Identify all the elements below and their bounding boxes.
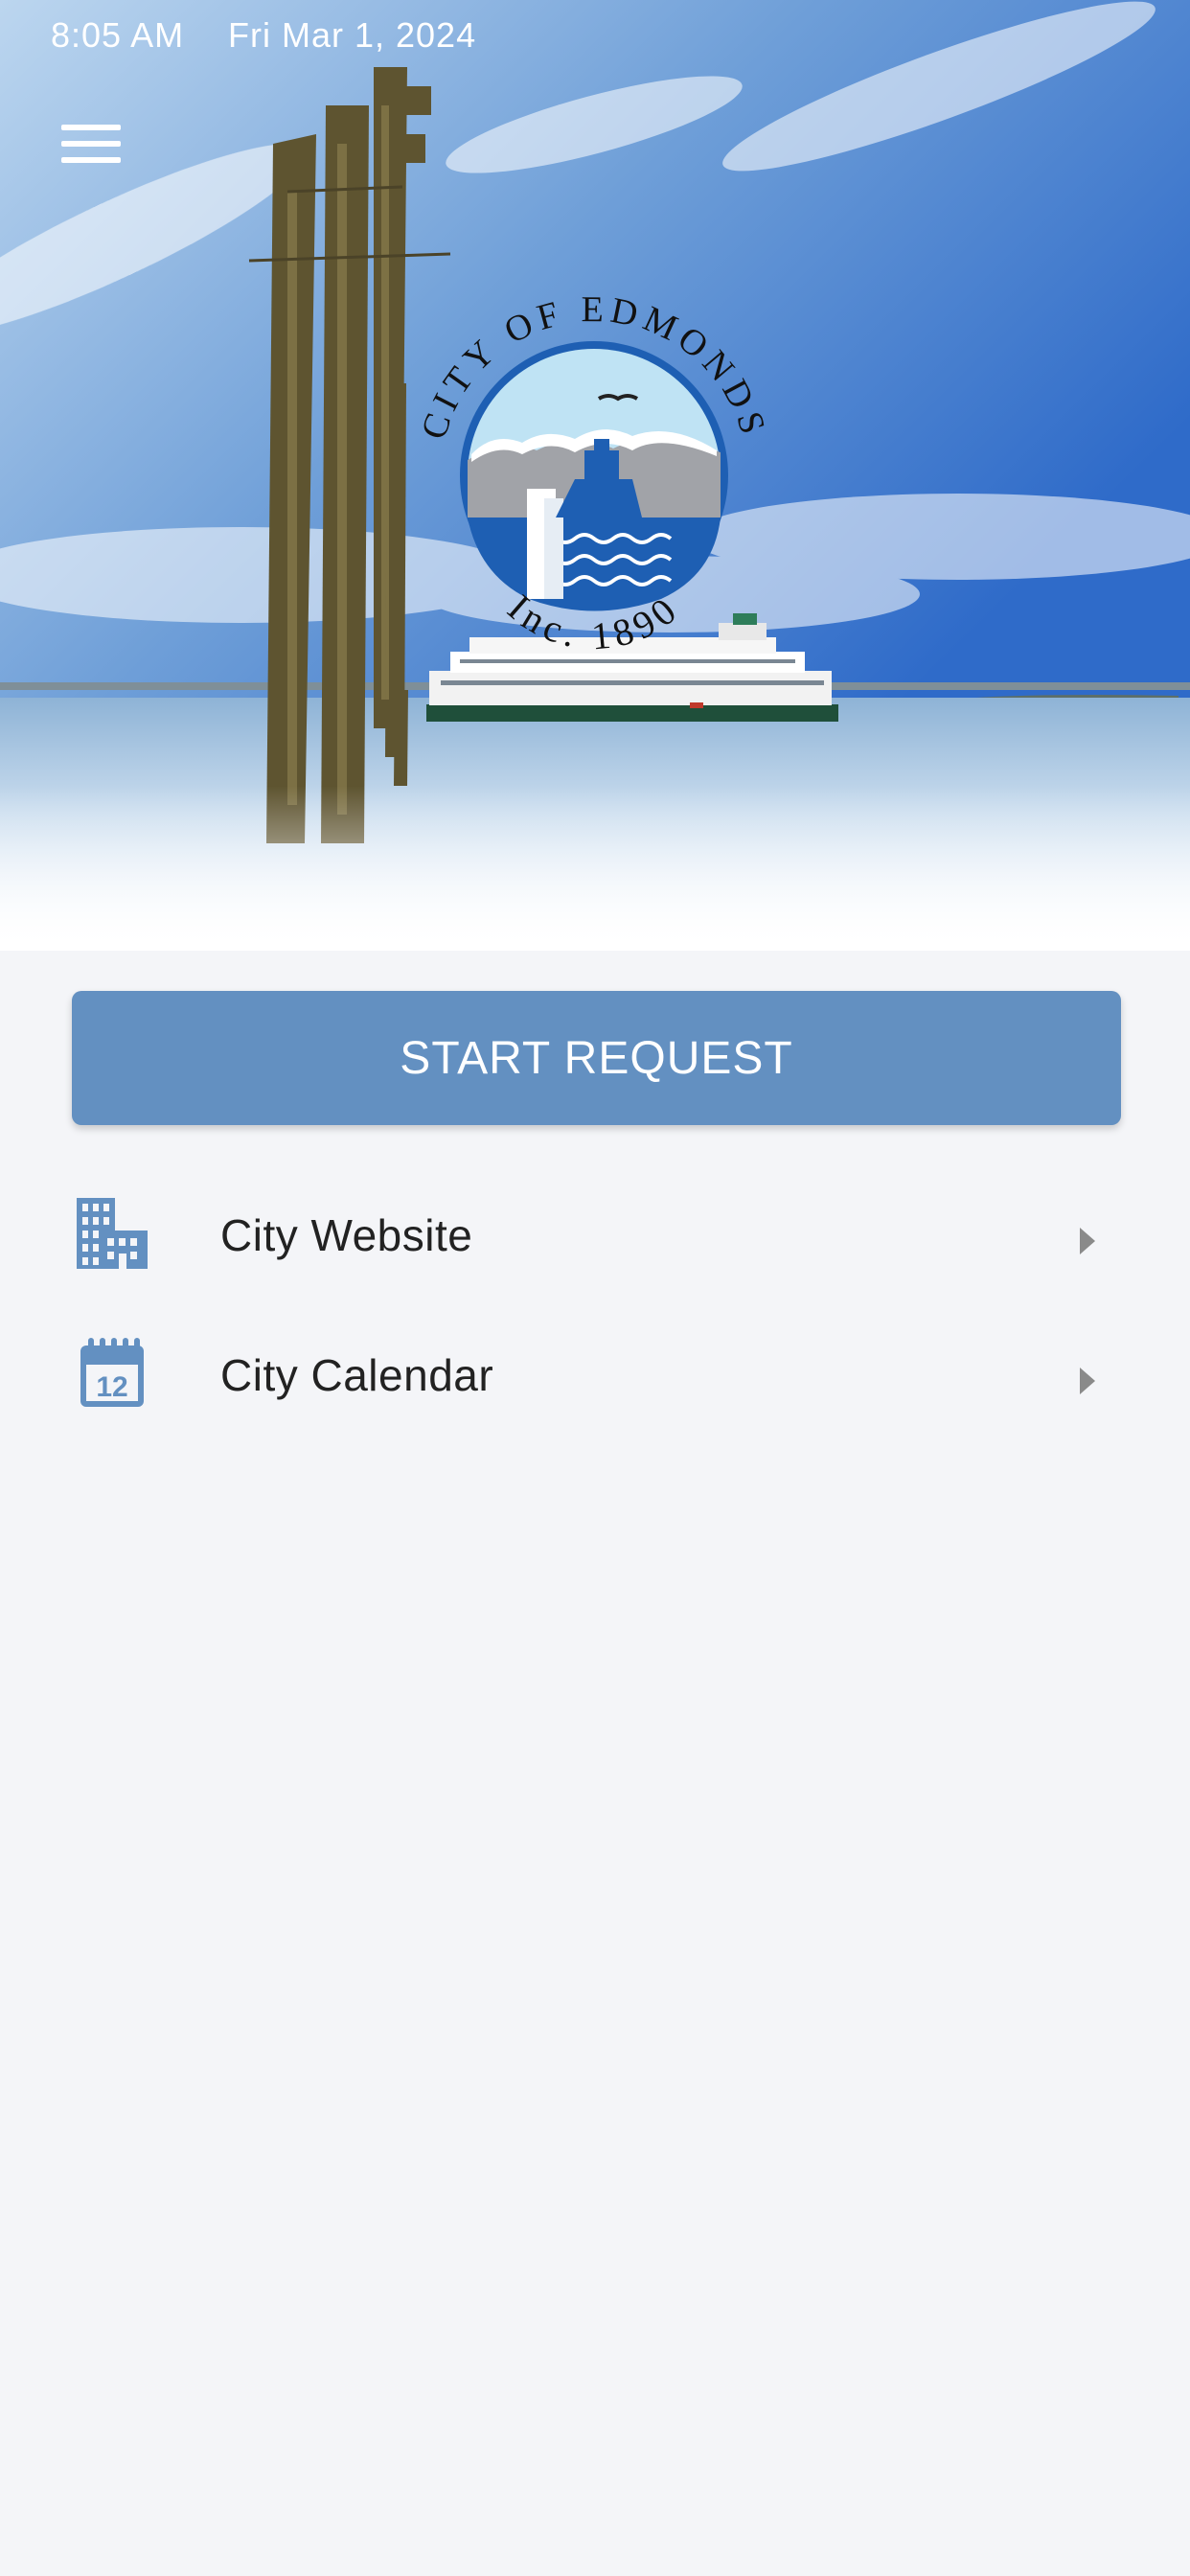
status-bar: 8:05 AM Fri Mar 1, 2024 xyxy=(0,0,1190,69)
status-date: Fri Mar 1, 2024 xyxy=(228,15,477,55)
start-request-button[interactable]: START REQUEST xyxy=(72,991,1121,1125)
chevron-right-icon xyxy=(1080,1228,1095,1254)
hero-banner: CITY OF EDMONDS Inc. 1890 8:05 AM Fri Ma… xyxy=(0,0,1190,951)
list-item-label: City Website xyxy=(220,1210,473,1260)
list-item-label: City Calendar xyxy=(220,1350,494,1400)
list-item-city-website[interactable]: City Website xyxy=(0,1167,1190,1301)
calendar-icon: 12 xyxy=(80,1338,144,1407)
hamburger-menu-icon[interactable] xyxy=(56,117,126,174)
svg-text:12: 12 xyxy=(96,1371,127,1403)
building-icon xyxy=(77,1198,148,1269)
status-time: 8:05 AM xyxy=(51,15,185,55)
chevron-right-icon xyxy=(1080,1368,1095,1394)
waterfront-photo: CITY OF EDMONDS Inc. 1890 xyxy=(0,0,1190,951)
list-item-city-calendar[interactable]: 12 City Calendar xyxy=(0,1307,1190,1441)
